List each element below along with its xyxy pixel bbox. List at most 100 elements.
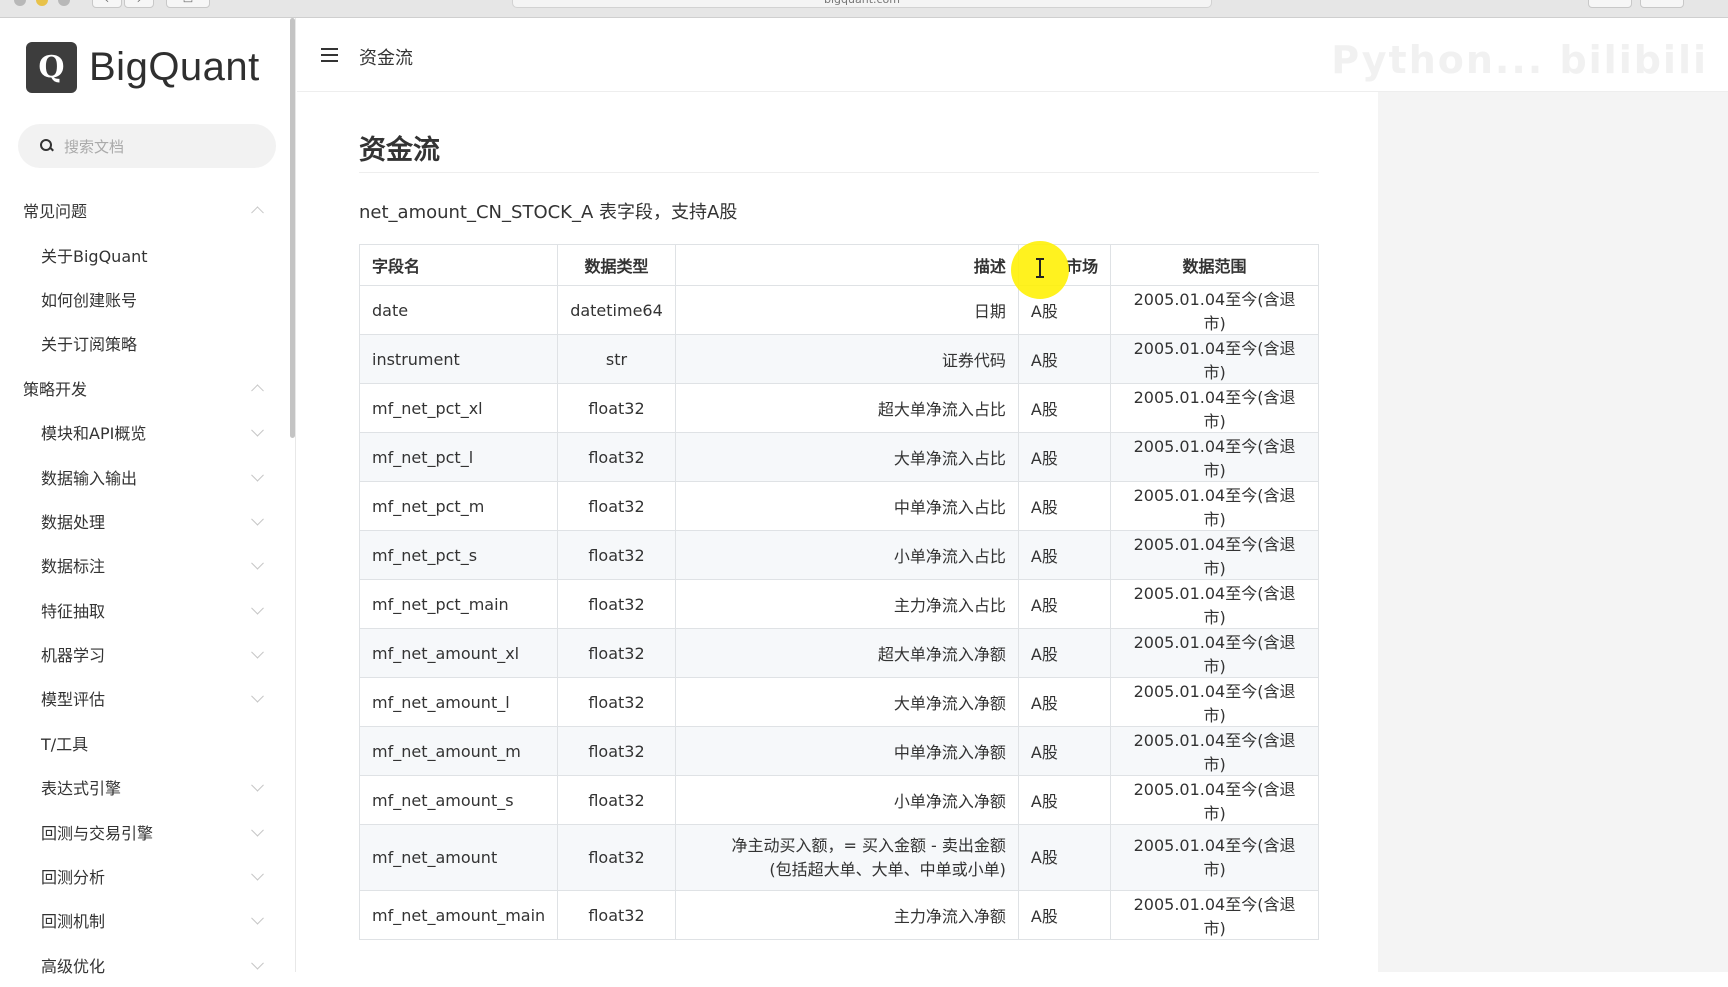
intro-text: net_amount_CN_STOCK_A 表字段，支持A股 bbox=[359, 202, 738, 223]
back-icon[interactable]: ‹ bbox=[92, 0, 122, 8]
chevron-down-icon[interactable] bbox=[251, 690, 264, 704]
sidebar-item[interactable]: 如何创建账号 bbox=[0, 277, 290, 321]
chevron-down-icon[interactable] bbox=[251, 601, 264, 615]
table-row: mf_net_amount float32 净主动买入额，= 买入金额 - 卖出金额… bbox=[358, 824, 1319, 891]
chevron-down-icon[interactable] bbox=[251, 867, 264, 881]
sidebar-item[interactable]: 关于BigQuant bbox=[0, 232, 290, 276]
sidebar-scrollbar[interactable] bbox=[290, 18, 295, 438]
sidebar-item-label: 数据标注 bbox=[41, 557, 106, 577]
table-cell: 2005.01.04至今(含退市) bbox=[1110, 530, 1319, 580]
chevron-down-icon[interactable] bbox=[251, 468, 264, 482]
sidebar-item[interactable]: 模型评估 bbox=[0, 676, 290, 720]
table-cell: 超大单净流入净额 bbox=[674, 628, 1019, 678]
window-minimize-icon[interactable] bbox=[36, 0, 48, 6]
chevron-down-icon[interactable] bbox=[251, 645, 264, 659]
sidebar-menu: 常见问题 关于BigQuant 如何创建账号 关于订阅策略 策略开发 模块和API概览 数据… bbox=[0, 188, 290, 987]
table-cell: 超大单净流入占比 bbox=[674, 383, 1019, 433]
sidebar-item[interactable]: 策略开发 bbox=[0, 366, 290, 410]
sidebar-item[interactable]: 回测分析 bbox=[0, 854, 290, 898]
table-cell: float32 bbox=[557, 628, 676, 678]
table-cell: A股 bbox=[1017, 628, 1112, 678]
table-cell: mf_net_amount_main bbox=[358, 890, 559, 940]
chevron-down-icon[interactable] bbox=[251, 779, 264, 792]
brand-name: BigQuant bbox=[89, 45, 260, 89]
table-cell: str bbox=[557, 334, 676, 384]
table-cell: 2005.01.04至今(含退市) bbox=[1110, 334, 1319, 384]
table-cell: 2005.01.04至今(含退市) bbox=[1110, 726, 1319, 776]
table-row: date datetime64 日期 A股 2005.01.04至今(含退市) bbox=[358, 285, 1319, 335]
sidebar-item[interactable]: 表达式引擎 bbox=[0, 765, 290, 809]
window-zoom-icon[interactable] bbox=[58, 0, 70, 6]
sidebar-item-label: 数据处理 bbox=[41, 512, 106, 532]
table-cell: 2005.01.04至今(含退市) bbox=[1110, 432, 1319, 482]
sidebar-item[interactable]: T/工具 bbox=[0, 721, 290, 765]
table-cell: mf_net_amount_xl bbox=[358, 628, 559, 678]
video-watermark: Python... bilibili bbox=[1331, 38, 1708, 82]
sidebar-item[interactable]: 高级优化 bbox=[0, 943, 290, 987]
column-header: 字段名 bbox=[358, 244, 559, 286]
sidebar-item[interactable]: 数据输入输出 bbox=[0, 454, 290, 498]
table-cell: mf_net_pct_main bbox=[358, 579, 559, 629]
table-row: instrument str 证券代码 A股 2005.01.04至今(含退市) bbox=[358, 334, 1319, 384]
search-placeholder: 搜索文档 bbox=[64, 137, 125, 156]
table-cell: float32 bbox=[557, 579, 676, 629]
sidebar-item-label: 常见问题 bbox=[23, 202, 88, 222]
address-bar[interactable]: bigquant.com bbox=[512, 0, 1212, 8]
sidebar-item[interactable]: 机器学习 bbox=[0, 632, 290, 676]
table-cell: mf_net_amount bbox=[358, 824, 559, 891]
sidebar-item-label: 表达式引擎 bbox=[41, 779, 122, 799]
sidebar-item[interactable]: 特征抽取 bbox=[0, 588, 290, 632]
chevron-down-icon[interactable] bbox=[251, 823, 264, 837]
table-cell: float32 bbox=[557, 677, 676, 727]
table-row: mf_net_amount_l float32 大单净流入净额 A股 2005.01.0… bbox=[358, 677, 1319, 727]
window-close-icon[interactable] bbox=[14, 0, 26, 6]
search-icon bbox=[40, 139, 54, 153]
table-cell: 中单净流入净额 bbox=[674, 726, 1019, 776]
table-cell: A股 bbox=[1017, 481, 1112, 531]
brand-logo[interactable]: Q BigQuant bbox=[26, 42, 260, 93]
table-cell: 主力净流入占比 bbox=[674, 579, 1019, 629]
sidebar-item[interactable]: 数据标注 bbox=[0, 543, 290, 587]
right-side-panel bbox=[1378, 92, 1728, 972]
search-input[interactable]: 搜索文档 bbox=[18, 124, 276, 168]
chevron-up-icon[interactable] bbox=[251, 384, 264, 397]
table-cell: 大单净流入净额 bbox=[674, 677, 1019, 727]
chevron-up-icon[interactable] bbox=[251, 206, 264, 220]
table-cell: 中单净流入占比 bbox=[674, 481, 1019, 531]
tabs-icon[interactable] bbox=[1640, 0, 1684, 8]
chevron-down-icon[interactable] bbox=[251, 912, 264, 926]
sidebar-item[interactable]: 回测与交易引擎 bbox=[0, 809, 290, 853]
table-row: mf_net_pct_xl float32 超大单净流入占比 A股 2005.01.04… bbox=[358, 383, 1319, 433]
title-divider bbox=[359, 172, 1319, 173]
sidebar-item[interactable]: 回测机制 bbox=[0, 898, 290, 942]
sidebar-item[interactable]: 模块和API概览 bbox=[0, 410, 290, 454]
table-cell: 2005.01.04至今(含退市) bbox=[1110, 628, 1319, 678]
sidebar-item[interactable]: 数据处理 bbox=[0, 499, 290, 543]
sidebar-item-label: 机器学习 bbox=[41, 646, 106, 666]
menu-icon[interactable] bbox=[321, 48, 338, 62]
chevron-down-icon[interactable] bbox=[251, 423, 264, 437]
table-cell: float32 bbox=[557, 775, 676, 825]
table-header-row: 字段名 数据类型 描述 市场 数据范围 bbox=[358, 244, 1319, 286]
sidebar-item-label: 如何创建账号 bbox=[41, 290, 138, 310]
sidebar-item-label: 关于订阅策略 bbox=[41, 335, 138, 355]
chevron-down-icon[interactable] bbox=[251, 956, 264, 970]
chevron-down-icon[interactable] bbox=[251, 557, 264, 570]
share-icon[interactable] bbox=[1588, 0, 1632, 8]
table-cell: mf_net_pct_l bbox=[358, 432, 559, 482]
forward-icon[interactable]: › bbox=[124, 0, 154, 8]
top-header: 资金流 Python... bilibili bbox=[297, 18, 1728, 92]
table-cell: A股 bbox=[1017, 824, 1112, 891]
table-cell: 2005.01.04至今(含退市) bbox=[1110, 579, 1319, 629]
chevron-down-icon[interactable] bbox=[251, 512, 264, 526]
sidebar-item[interactable]: 常见问题 bbox=[0, 188, 290, 232]
sidebar-toggle-icon[interactable]: ▭ bbox=[166, 0, 210, 8]
table-cell: instrument bbox=[358, 334, 559, 384]
table-cell: float32 bbox=[557, 432, 676, 482]
sidebar-item-label: 回测机制 bbox=[41, 912, 106, 932]
table-row: mf_net_amount_m float32 中单净流入净额 A股 2005.01.0… bbox=[358, 726, 1319, 776]
table-row: mf_net_pct_l float32 大单净流入占比 A股 2005.01.04至今… bbox=[358, 432, 1319, 482]
sidebar-item[interactable]: 关于订阅策略 bbox=[0, 321, 290, 365]
table-cell: 主力净流入净额 bbox=[674, 890, 1019, 940]
text-cursor-icon bbox=[1036, 258, 1044, 278]
